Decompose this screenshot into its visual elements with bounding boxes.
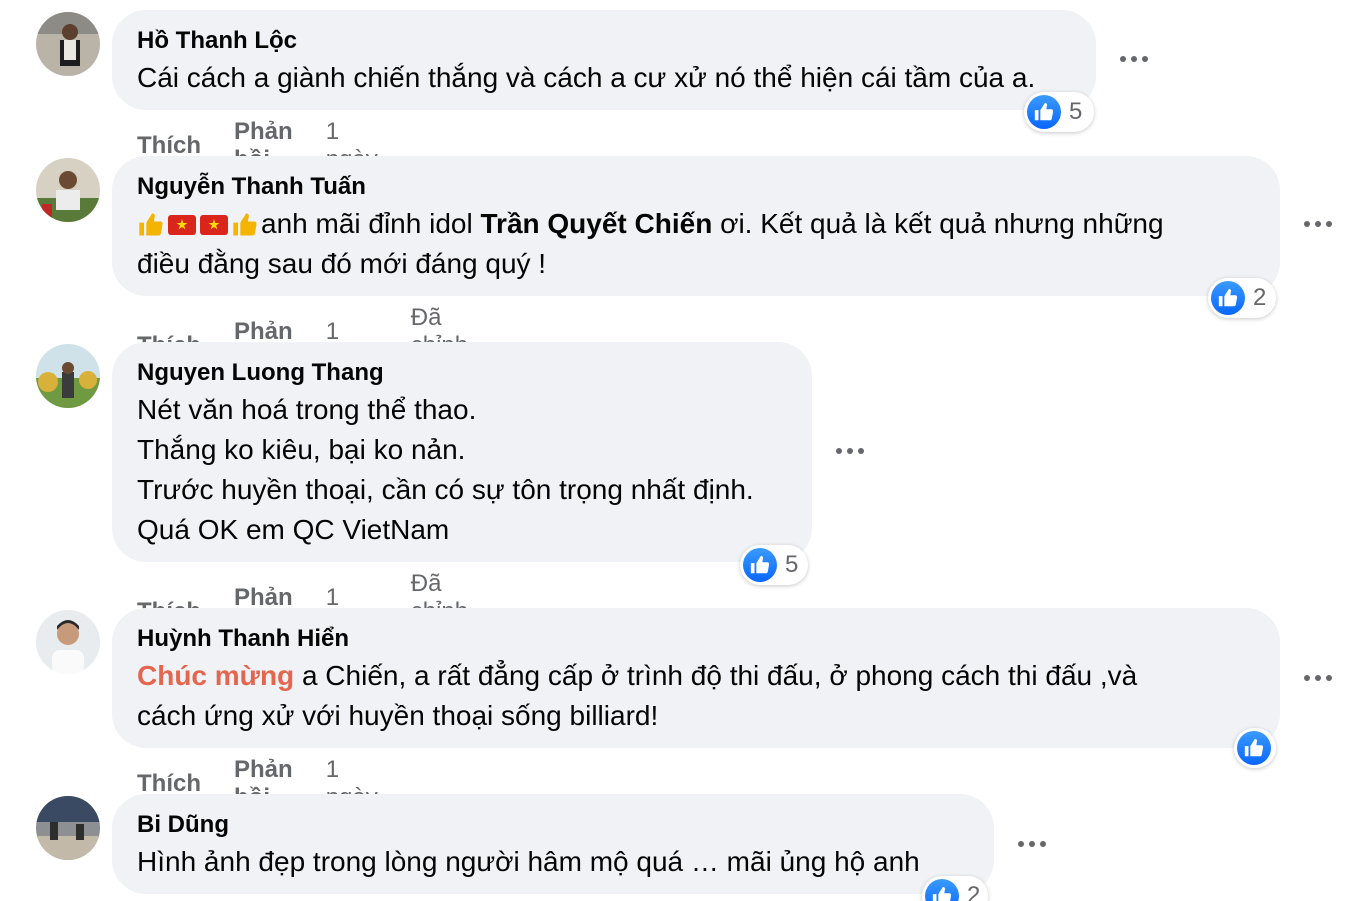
comment-text: Cái cách a giành chiến thắng và cách a c… bbox=[137, 62, 1036, 93]
comment-text-part: a Chiến, a rất đẳng cấp ở trình độ thi đ… bbox=[294, 660, 1138, 691]
reaction-count: 5 bbox=[1069, 98, 1083, 125]
like-thumb-icon bbox=[1211, 281, 1245, 315]
emoji-group bbox=[137, 211, 261, 239]
comment-author[interactable]: Nguyen Luong Thang bbox=[137, 358, 787, 388]
comment-text-line: Thắng ko kiêu, bại ko nản. bbox=[137, 434, 466, 465]
comment-text: Hình ảnh đẹp trong lòng người hâm mộ quá… bbox=[137, 846, 920, 877]
more-options-icon[interactable] bbox=[830, 441, 870, 461]
comment-author[interactable]: Nguyễn Thanh Tuấn bbox=[137, 172, 1255, 202]
comment-bubble: Huỳnh Thanh Hiển Chúc mừng a Chiến, a rấ… bbox=[112, 608, 1280, 748]
like-thumb-icon bbox=[925, 879, 959, 901]
comment-bubble: Bi Dũng Hình ảnh đẹp trong lòng người hâ… bbox=[112, 794, 994, 894]
comment-author[interactable]: Bi Dũng bbox=[137, 810, 969, 840]
reaction-badge[interactable]: 2 bbox=[1208, 278, 1276, 318]
more-options-icon[interactable] bbox=[1012, 834, 1052, 854]
comment-bubble: Nguyễn Thanh Tuấn anh mãi đỉnh idol Trần… bbox=[112, 156, 1280, 296]
more-options-icon[interactable] bbox=[1114, 49, 1154, 69]
vietnam-flag-emoji bbox=[200, 215, 228, 235]
comment-thread: Hồ Thanh Lộc Cái cách a giành chiến thắn… bbox=[0, 0, 1361, 901]
like-thumb-icon bbox=[1237, 731, 1271, 765]
reaction-badge[interactable] bbox=[1234, 728, 1276, 768]
comment-text-line: điều đằng sau đó mới đáng quý ! bbox=[137, 248, 547, 279]
avatar[interactable] bbox=[36, 158, 100, 222]
avatar[interactable] bbox=[36, 12, 100, 76]
like-thumb-icon bbox=[743, 548, 777, 582]
mention-link[interactable]: Trần Quyết Chiến bbox=[480, 208, 712, 239]
reaction-count: 5 bbox=[785, 551, 799, 578]
reaction-count: 2 bbox=[967, 882, 981, 901]
comment-text-line: cách ứng xử với huyền thoại sống billiar… bbox=[137, 700, 659, 731]
comment-bubble: Hồ Thanh Lộc Cái cách a giành chiến thắn… bbox=[112, 10, 1096, 110]
reaction-badge[interactable]: 2 bbox=[922, 876, 988, 901]
comment-text-part: anh mãi đỉnh idol bbox=[261, 208, 481, 239]
avatar[interactable] bbox=[36, 610, 100, 674]
comment-author[interactable]: Hồ Thanh Lộc bbox=[137, 26, 1071, 56]
comment-text-part: ơi. Kết quả là kết quả nhưng những bbox=[712, 208, 1164, 239]
more-options-icon[interactable] bbox=[1298, 214, 1338, 234]
thumbs-up-emoji bbox=[139, 213, 163, 236]
comment-author[interactable]: Huỳnh Thanh Hiển bbox=[137, 624, 1255, 654]
thumbs-up-emoji bbox=[233, 213, 257, 236]
comment-text-line: Quá OK em QC VietNam bbox=[137, 514, 450, 545]
comment-text-line: Nét văn hoá trong thể thao. bbox=[137, 394, 477, 425]
reaction-badge[interactable]: 5 bbox=[1024, 92, 1094, 132]
vietnam-flag-emoji bbox=[168, 215, 196, 235]
comment-text: Chúc mừng a Chiến, a rất đẳng cấp ở trìn… bbox=[137, 656, 1255, 696]
reaction-badge[interactable]: 5 bbox=[740, 545, 808, 585]
reaction-count: 2 bbox=[1253, 284, 1267, 311]
avatar[interactable] bbox=[36, 344, 100, 408]
comment-bubble: Nguyen Luong Thang Nét văn hoá trong thể… bbox=[112, 342, 812, 562]
more-options-icon[interactable] bbox=[1298, 668, 1338, 688]
comment-text: anh mãi đỉnh idol Trần Quyết Chiến ơi. K… bbox=[137, 204, 1255, 244]
like-thumb-icon bbox=[1027, 95, 1061, 129]
avatar[interactable] bbox=[36, 796, 100, 860]
highlight-text: Chúc mừng bbox=[137, 660, 295, 691]
comment-text-line: Trước huyền thoại, cần có sự tôn trọng n… bbox=[137, 474, 754, 505]
